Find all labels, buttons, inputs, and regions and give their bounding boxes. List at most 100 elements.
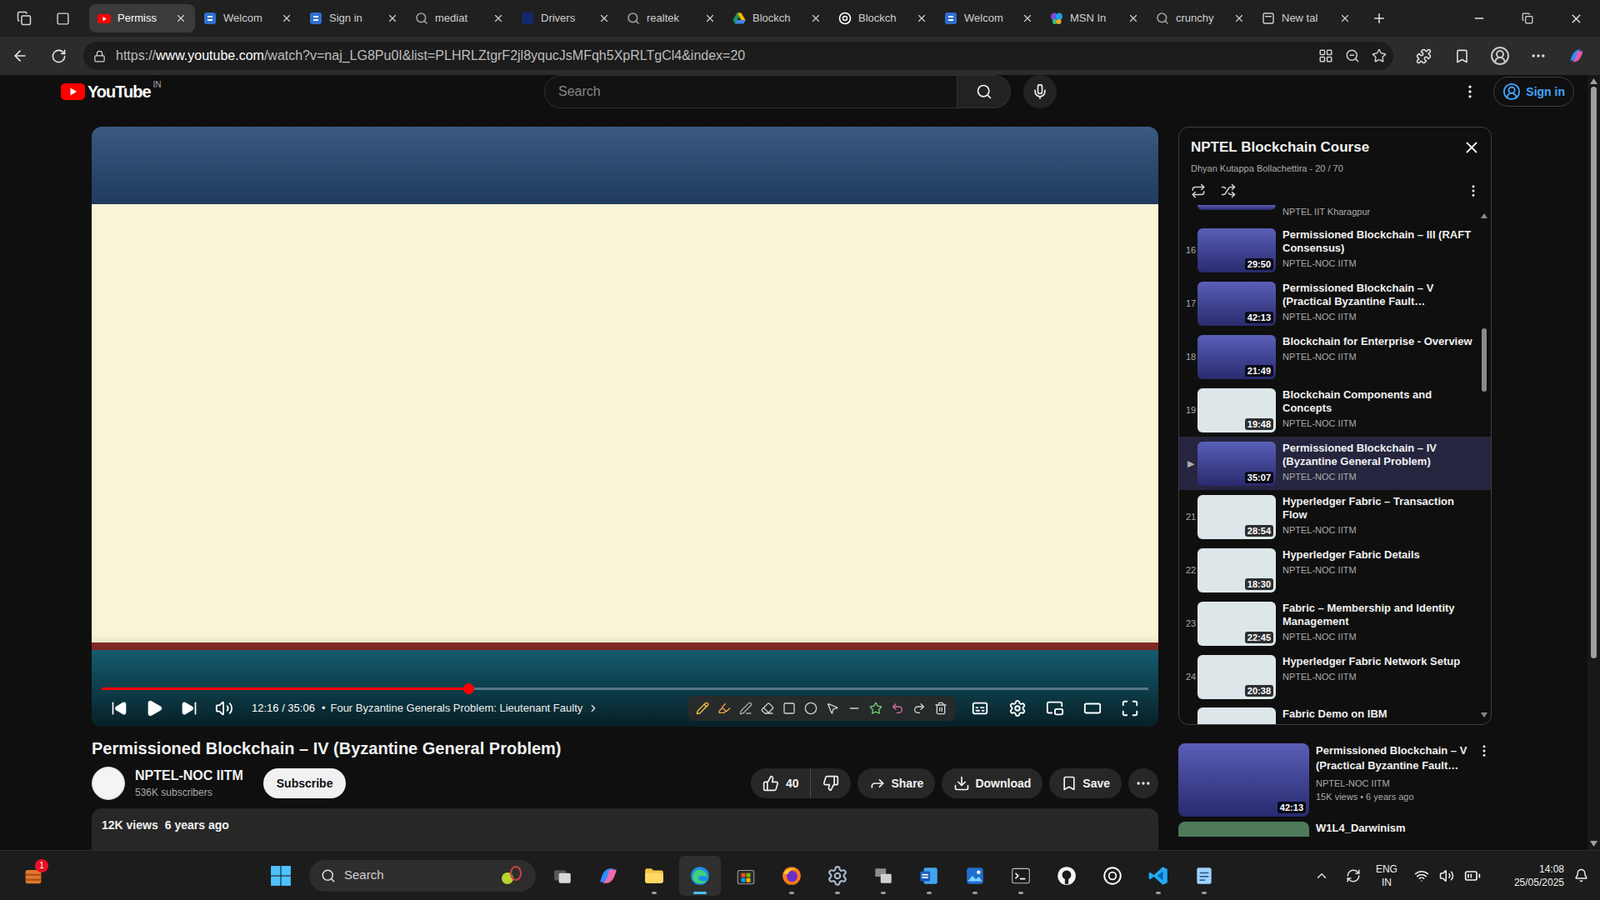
taskbar-app[interactable]	[1091, 855, 1134, 896]
settings-menu-button[interactable]	[1453, 75, 1487, 109]
subscribe-button[interactable]: Subscribe	[263, 768, 347, 799]
fullscreen-button[interactable]	[1110, 693, 1149, 724]
line-icon[interactable]	[847, 701, 861, 715]
scroll-thumb[interactable]	[1590, 86, 1597, 659]
taskbar-app[interactable]	[1045, 855, 1088, 896]
site-info-icon[interactable]	[93, 50, 106, 63]
scroll-down-icon[interactable]	[1590, 840, 1598, 847]
download-button[interactable]: Download	[941, 768, 1043, 799]
sign-in-button[interactable]: Sign in	[1493, 76, 1575, 107]
vertical-tabs-button[interactable]	[47, 5, 78, 32]
close-tab-icon[interactable]	[175, 12, 187, 25]
previous-button[interactable]	[101, 693, 137, 724]
maximize-button[interactable]	[1503, 0, 1552, 37]
favorite-star-icon[interactable]	[1371, 48, 1387, 64]
browser-menu-button[interactable]	[1521, 42, 1555, 70]
scroll-up-icon[interactable]	[1480, 213, 1488, 219]
new-tab-button[interactable]	[1367, 6, 1391, 30]
close-playlist-icon[interactable]	[1462, 138, 1481, 157]
close-tab-icon[interactable]	[1127, 12, 1140, 25]
taskbar-app[interactable]	[862, 855, 905, 896]
playlist-item[interactable]: 2218:30Hyperledger Fabric DetailsNPTEL-N…	[1179, 543, 1491, 597]
playlist-item[interactable]: 1821:49Blockchain for Enterprise - Overv…	[1179, 330, 1491, 384]
taskbar-app[interactable]	[816, 855, 859, 896]
close-tab-icon[interactable]	[704, 12, 716, 25]
sync-icon[interactable]	[1345, 868, 1361, 884]
playlist-item[interactable]: Fabric Demo on IBM	[1179, 703, 1491, 725]
next-button[interactable]	[171, 693, 207, 724]
progress-scrubber[interactable]	[463, 683, 475, 695]
quick-settings[interactable]	[1409, 867, 1486, 885]
close-window-button[interactable]	[1551, 0, 1600, 37]
language-indicator[interactable]: ENGIN	[1375, 862, 1398, 890]
taskbar-app[interactable]	[908, 855, 950, 896]
clock[interactable]: 14:0825/05/2025	[1514, 862, 1565, 890]
taskbar-app[interactable]	[954, 855, 996, 896]
show-hidden-icon[interactable]	[1314, 868, 1330, 884]
taskbar-app[interactable]	[770, 855, 813, 896]
close-tab-icon[interactable]	[280, 12, 293, 25]
highlighter-icon[interactable]	[717, 701, 731, 715]
settings-button[interactable]	[998, 693, 1036, 724]
close-tab-icon[interactable]	[1021, 12, 1034, 25]
browser-tab[interactable]: Sign in	[300, 4, 407, 33]
playlist-item[interactable]: 2322:45Fabric – Membership and Identity …	[1179, 596, 1491, 650]
playlist-title[interactable]: NPTEL Blockchain Course	[1190, 137, 1370, 158]
like-button[interactable]: 40	[750, 768, 812, 799]
taskbar-app[interactable]	[679, 855, 721, 896]
browser-tab[interactable]: Drivers	[512, 4, 619, 33]
browser-tab[interactable]: MSN In	[1041, 4, 1148, 33]
scroll-down-icon[interactable]	[1480, 712, 1488, 718]
playlist-item[interactable]: 1629:50Permissioned Blockchain – III (RA…	[1179, 223, 1491, 277]
video-player[interactable]: 12:16 / 35:06•Four Byzantine Generals Pr…	[91, 126, 1159, 727]
browser-tab[interactable]: Welcom	[195, 4, 301, 33]
browser-tab[interactable]: Blockch	[724, 4, 830, 33]
rectangle-icon[interactable]	[782, 701, 796, 715]
chapter-button[interactable]: •Four Byzantine Generals Problem: Lieute…	[321, 700, 600, 717]
browser-tab[interactable]: mediat	[406, 4, 513, 33]
related-video[interactable]: 42:13Permissioned Blockchain – V (Practi…	[1178, 743, 1492, 817]
circle-icon[interactable]	[804, 701, 818, 715]
search-input[interactable]: Search	[544, 75, 958, 109]
browser-tab[interactable]: Blockch	[830, 4, 936, 33]
page-scrollbar[interactable]	[1587, 75, 1600, 850]
back-button[interactable]	[6, 42, 34, 70]
close-tab-icon[interactable]	[1233, 12, 1245, 25]
share-button[interactable]: Share	[857, 768, 935, 799]
notifications-icon[interactable]	[1574, 868, 1589, 883]
redo-icon[interactable]	[912, 701, 926, 715]
playlist-item[interactable]: 1919:48Blockchain Components and Concept…	[1179, 383, 1491, 437]
close-tab-icon[interactable]	[810, 12, 822, 25]
shuffle-icon[interactable]	[1220, 183, 1236, 199]
minimize-button[interactable]	[1455, 0, 1504, 37]
channel-avatar[interactable]	[91, 766, 125, 800]
playlist-item[interactable]: NPTEL IIT Kharagpur	[1179, 205, 1491, 224]
pointer-icon[interactable]	[825, 701, 840, 715]
browser-tab[interactable]: realtek	[618, 4, 725, 33]
more-actions-button[interactable]	[1128, 768, 1159, 799]
zoom-icon[interactable]	[1345, 48, 1360, 64]
dislike-button[interactable]	[810, 768, 851, 799]
captions-button[interactable]	[960, 693, 999, 724]
search-button[interactable]	[957, 75, 1011, 109]
browser-tab[interactable]: New tal	[1253, 4, 1360, 33]
address-bar[interactable]: https://www.youtube.com/watch?v=naj_LG8P…	[83, 41, 1394, 70]
playlist-item[interactable]: 1742:13Permissioned Blockchain – V (Prac…	[1179, 276, 1491, 330]
voice-search-button[interactable]	[1023, 75, 1057, 109]
taskbar-app[interactable]	[1183, 855, 1225, 896]
taskbar-app[interactable]	[1000, 855, 1042, 896]
taskbar-app[interactable]	[633, 855, 675, 896]
playlist-item[interactable]: 2420:38Hyperledger Fabric Network SetupN…	[1179, 650, 1491, 704]
widgets-button[interactable]: 1	[16, 859, 50, 893]
close-tab-icon[interactable]	[492, 12, 505, 25]
playlist-menu-icon[interactable]	[1465, 183, 1481, 199]
search-box[interactable]: Search	[544, 75, 1011, 109]
play-button[interactable]	[136, 693, 172, 724]
pencil-icon[interactable]	[695, 701, 710, 715]
trash-icon[interactable]	[934, 701, 948, 715]
volume-button[interactable]	[206, 693, 242, 724]
undo-icon[interactable]	[890, 701, 905, 715]
playlist-item[interactable]: 2128:54Hyperledger Fabric – Transaction …	[1179, 490, 1491, 544]
related-video[interactable]: W1L4_Darwinism	[1178, 821, 1492, 837]
extensions-button[interactable]	[1406, 42, 1440, 70]
